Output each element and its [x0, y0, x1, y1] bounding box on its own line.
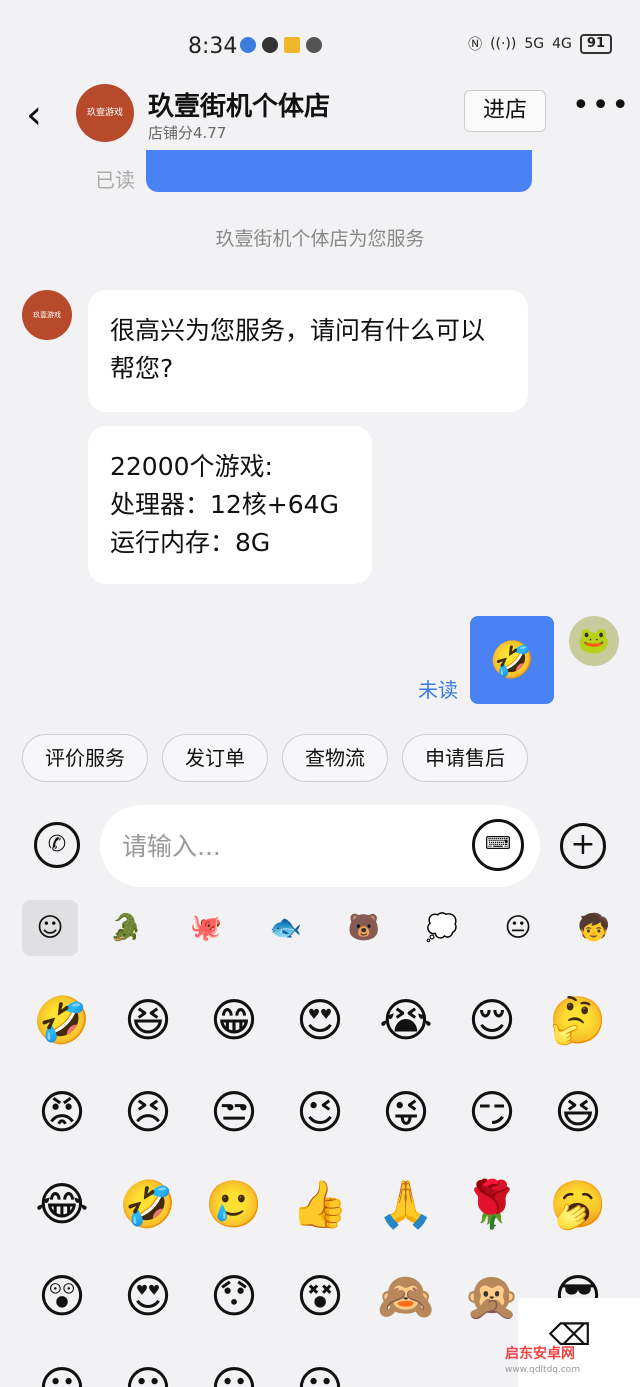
read-status: 已读	[95, 168, 135, 192]
phone-icon[interactable]: ✆	[34, 822, 80, 868]
track-shipping-chip[interactable]: 查物流	[282, 734, 388, 782]
emoji-tab-octopus[interactable]: 🐙	[178, 900, 234, 956]
sent-emoji-message[interactable]: 🤣	[470, 616, 554, 704]
emoji-item[interactable]: 🥱	[548, 1174, 608, 1234]
emoji-item[interactable]: 😯	[204, 1266, 264, 1326]
emoji-item[interactable]: 👍	[290, 1174, 350, 1234]
chat-header: ‹ 玖壹游戏 玖壹街机个体店 店铺分4.77 进店 •••	[0, 80, 640, 150]
audio-icon	[306, 37, 322, 53]
emoji-item[interactable]: 😀	[204, 1358, 264, 1387]
signal-5g: 5G	[524, 36, 545, 52]
battery-icon: 91	[579, 34, 612, 54]
emoji-tab-bear[interactable]: 🐻	[336, 900, 392, 956]
unread-status: 未读	[418, 678, 458, 702]
watermark-title: 启东安卓网	[505, 1346, 575, 1362]
add-icon[interactable]: +	[560, 823, 606, 869]
emoji-item[interactable]: 😭	[376, 990, 436, 1050]
emoji-tab-crocodile[interactable]: 🐊	[98, 900, 154, 956]
send-order-chip[interactable]: 发订单	[162, 734, 268, 782]
spec-line: 运行内存：8G	[110, 528, 271, 557]
after-sales-chip[interactable]: 申请售后	[402, 734, 528, 782]
mail-icon	[284, 37, 300, 53]
emoji-item[interactable]: 🥲	[204, 1174, 264, 1234]
emoji-item[interactable]: 😀	[32, 1358, 92, 1387]
received-message-specs[interactable]: 22000个游戏: 处理器：12核+64G 运行内存：8G	[88, 426, 372, 584]
more-menu-icon[interactable]: •••	[572, 88, 631, 123]
status-right: Ⓝ ((·)) 5G 4G 91	[468, 34, 612, 54]
qq-icon	[262, 37, 278, 53]
emoji-tab-meme[interactable]: 😐	[490, 900, 546, 956]
emoji-item[interactable]: 🌹	[462, 1174, 522, 1234]
emoji-tab-fish[interactable]: 🐟	[258, 900, 314, 956]
service-notice: 玖壹街机个体店为您服务	[215, 228, 425, 250]
app-notification-icon	[240, 37, 256, 53]
input-bar: ✆ ⌨ +	[0, 800, 640, 895]
emoji-item[interactable]: 😡	[32, 1082, 92, 1142]
emoji-item[interactable]: 😀	[118, 1358, 178, 1387]
emoji-item[interactable]: 😵	[290, 1266, 350, 1326]
emoji-item[interactable]: 😂	[32, 1174, 92, 1234]
emoji-item[interactable]: 😀	[290, 1358, 350, 1387]
my-avatar[interactable]: 🐸	[569, 616, 619, 666]
enter-shop-button[interactable]: 进店	[464, 90, 546, 132]
emoji-item[interactable]: 😏	[462, 1082, 522, 1142]
emoji-tab-kid[interactable]: 🧒	[566, 900, 622, 956]
emoji-item[interactable]: 😣	[118, 1082, 178, 1142]
emoji-item[interactable]: 🤣	[32, 990, 92, 1050]
emoji-item[interactable]: 🙊	[462, 1266, 522, 1326]
received-message[interactable]: 很高兴为您服务，请问有什么可以帮您?	[88, 290, 528, 412]
rate-service-chip[interactable]: 评价服务	[22, 734, 148, 782]
emoji-item[interactable]: 🤔	[548, 990, 608, 1050]
watermark-logo: 启东安卓网 www.qdltdq.com	[505, 1346, 580, 1378]
emoji-tab-bar: ☺ 🐊 🐙 🐟 🐻 💭 😐 🧒	[0, 898, 640, 960]
signal-4g: 4G	[552, 36, 572, 52]
message-input-wrapper: ⌨	[100, 805, 540, 887]
emoji-item[interactable]: 😆	[548, 1082, 608, 1142]
status-time: 8:34	[188, 34, 238, 59]
emoji-tab-default[interactable]: ☺	[22, 900, 78, 956]
shop-title: 玖壹街机个体店	[148, 92, 331, 122]
emoji-item[interactable]: 😆	[118, 990, 178, 1050]
emoji-tab-sketch[interactable]: 💭	[414, 900, 470, 956]
wifi-icon: ((·))	[490, 36, 517, 52]
sent-message-partial[interactable]	[146, 150, 532, 192]
keyboard-icon[interactable]: ⌨	[472, 819, 524, 871]
status-bar: 8:34 Ⓝ ((·)) 5G 4G 91	[0, 0, 640, 88]
nfc-icon: Ⓝ	[468, 37, 483, 53]
emoji-item[interactable]: 😍	[118, 1266, 178, 1326]
back-button[interactable]: ‹	[26, 92, 42, 138]
emoji-item[interactable]: 😍	[290, 990, 350, 1050]
emoji-item[interactable]: 😉	[290, 1082, 350, 1142]
shop-avatar[interactable]: 玖壹游戏	[76, 84, 134, 142]
emoji-item[interactable]: 😌	[462, 990, 522, 1050]
shop-agent-avatar[interactable]: 玖壹游戏	[22, 290, 72, 340]
emoji-item[interactable]: 😜	[376, 1082, 436, 1142]
emoji-item[interactable]: 😒	[204, 1082, 264, 1142]
emoji-item[interactable]: 🙏	[376, 1174, 436, 1234]
status-icons	[240, 37, 322, 53]
emoji-item[interactable]: 🤣	[118, 1174, 178, 1234]
emoji-item[interactable]: 😲	[32, 1266, 92, 1326]
quick-actions: 评价服务 发订单 查物流 申请售后	[22, 734, 528, 782]
message-input[interactable]	[122, 825, 452, 867]
shop-score: 店铺分4.77	[148, 124, 227, 142]
emoji-item[interactable]: 😁	[204, 990, 264, 1050]
watermark-url: www.qdltdq.com	[505, 1365, 581, 1375]
spec-line: 22000个游戏:	[110, 452, 273, 481]
emoji-item[interactable]: 🙈	[376, 1266, 436, 1326]
spec-line: 处理器：12核+64G	[110, 490, 339, 519]
